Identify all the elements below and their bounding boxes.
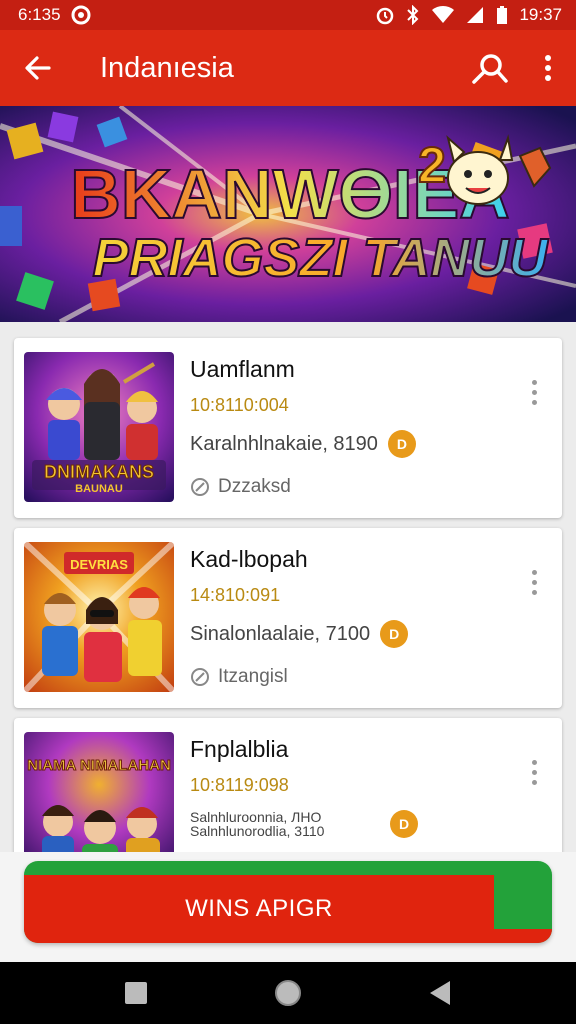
bluetooth-icon <box>407 5 419 25</box>
coin-icon: D <box>390 810 418 838</box>
card-more-button[interactable] <box>520 562 548 602</box>
home-button[interactable] <box>268 973 308 1013</box>
game-cover-image: DNIMAKANS BAUNAU <box>24 352 174 502</box>
tag-icon <box>191 478 209 496</box>
wifi-icon <box>432 5 455 23</box>
recents-button[interactable] <box>116 973 156 1013</box>
search-button[interactable] <box>460 30 520 106</box>
more-options-button[interactable] <box>520 30 576 106</box>
banner-subheadline: PRIAGSZI TANUU <box>93 228 550 288</box>
battery-icon <box>497 6 508 24</box>
coin-icon: D <box>380 620 409 648</box>
system-nav-bar <box>0 962 576 1024</box>
arrow-left-icon <box>25 56 51 80</box>
game-meta: Sinalonlaalaie, 7100 <box>190 622 371 645</box>
game-tag: Itzangisl <box>218 666 288 687</box>
page-title: Indanıesia <box>100 51 234 84</box>
game-card[interactable]: DEVRIAS Kad-lbopah 14:810:091 Sinalonlaa… <box>14 528 562 708</box>
banner-artwork: BKANWƟIEA PRIAGSZI TANUU 2 <box>0 106 576 322</box>
tag-icon <box>191 668 209 686</box>
game-meta: Karalnhlnakaie, 8190 <box>190 432 378 455</box>
square-icon <box>125 982 147 1004</box>
back-button[interactable] <box>0 30 76 106</box>
search-icon <box>472 54 508 84</box>
alarm-icon <box>377 7 394 25</box>
game-list: DNIMAKANS BAUNAU Uamflanm 10:8110:004 Ka… <box>0 322 576 852</box>
game-name: Uamflanm <box>190 356 295 382</box>
circle-icon <box>275 980 301 1006</box>
game-name: Fnplalblia <box>190 736 289 762</box>
coin-icon: D <box>387 430 416 458</box>
app-bar: Indanıesia <box>0 30 576 106</box>
game-meta: Salnhluroonnia, ЛНО Salnhlunorodlia, 311… <box>190 809 325 839</box>
wins-button[interactable]: WINS APIGR <box>24 861 552 943</box>
back-nav-button[interactable] <box>420 973 460 1013</box>
game-tag: Dzzaksd <box>218 476 291 497</box>
game-date: 14:810:091 <box>190 585 281 605</box>
game-cover-image: NIAMA NIMALAHAN <box>24 732 174 852</box>
cover-subtitle: BAUNAU <box>75 483 123 495</box>
status-time-left: 6:135 <box>18 5 61 24</box>
card-more-button[interactable] <box>520 752 548 792</box>
game-cover-image: DEVRIAS <box>24 542 174 692</box>
triangle-back-icon <box>430 981 450 1005</box>
more-vert-icon <box>545 55 551 81</box>
game-card[interactable]: NIAMA NIMALAHAN Fnplalblia 10:8119:098 S… <box>14 718 562 852</box>
signal-icon <box>467 7 484 23</box>
status-bar: 6:135 19:37 <box>0 0 576 30</box>
promo-banner[interactable]: BKANWƟIEA PRIAGSZI TANUU 2 <box>0 106 576 322</box>
game-date: 10:8110:004 <box>190 395 289 415</box>
cover-title: NIAMA NIMALAHAN <box>27 757 171 774</box>
game-name: Kad-lbopah <box>190 546 308 572</box>
status-time-right: 19:37 <box>519 5 562 24</box>
cover-title: DNIMAKANS <box>44 462 154 482</box>
cover-title: DEVRIAS <box>70 557 128 572</box>
wins-button-label: WINS APIGR <box>185 895 333 922</box>
game-card[interactable]: DNIMAKANS BAUNAU Uamflanm 10:8110:004 Ka… <box>14 338 562 518</box>
banner-badge: 2 <box>418 137 446 193</box>
card-more-button[interactable] <box>520 372 548 412</box>
notification-icon <box>71 5 91 25</box>
bottom-action-area: WINS APIGR <box>0 852 576 962</box>
game-date: 10:8119:098 <box>190 775 289 795</box>
